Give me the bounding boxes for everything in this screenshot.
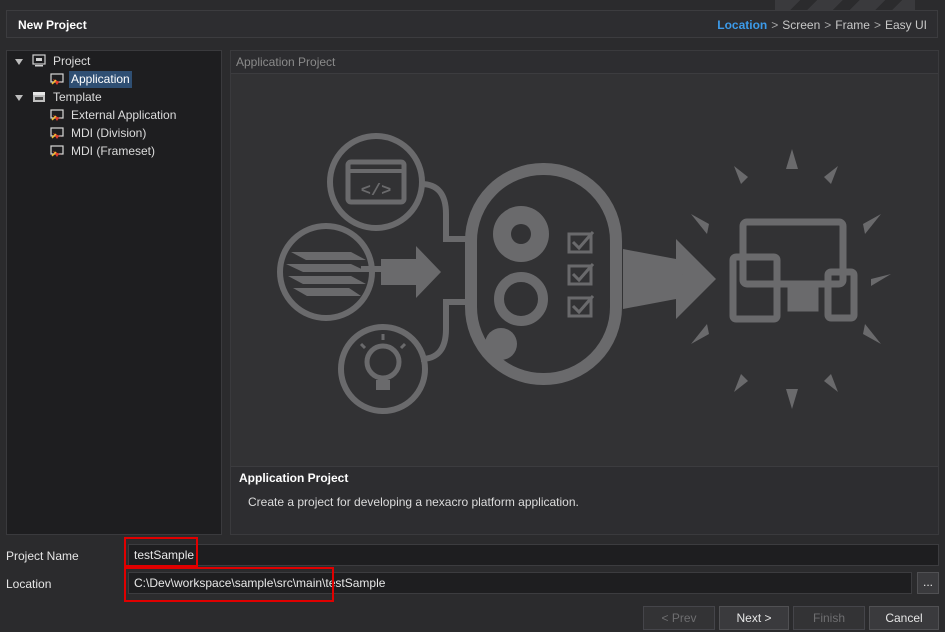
application-illustration: </> <box>277 133 891 414</box>
tree-item-label: Application <box>69 71 132 88</box>
location-input[interactable]: C:\Dev\workspace\sample\src\main\testSam… <box>128 572 912 594</box>
step-separator: > <box>873 18 881 32</box>
preview-header: Application Project <box>231 51 938 73</box>
tree-item-external-application[interactable]: External Application <box>7 107 217 124</box>
project-name-label: Project Name <box>6 549 79 563</box>
preview-illustration: </> <box>231 73 938 467</box>
step-separator: > <box>771 18 779 32</box>
tree-item-label: External Application <box>71 108 177 122</box>
browse-button[interactable]: ... <box>917 572 939 594</box>
tree-item-label: Project <box>53 54 91 68</box>
wizard-steps: Location > Screen > Frame > Easy UI <box>717 18 927 32</box>
template-folder-icon <box>33 92 45 102</box>
step-easy-ui[interactable]: Easy UI <box>885 18 927 32</box>
layers-icon <box>277 223 375 321</box>
step-separator: > <box>824 18 832 32</box>
project-type-tree: Project Application Template External Ap… <box>6 50 222 535</box>
tree-item-label: Template <box>53 90 102 104</box>
app-template-icon <box>50 73 64 85</box>
tree-item-mdi-division[interactable]: MDI (Division) <box>7 125 217 142</box>
gears-icon <box>465 163 622 385</box>
app-template-icon <box>50 109 64 121</box>
expand-triangle-icon[interactable] <box>15 59 23 65</box>
checklist-icon <box>567 231 595 318</box>
arrow-icon <box>381 246 441 298</box>
code-icon: </> <box>327 133 425 231</box>
dialog-title: New Project <box>18 18 87 32</box>
tree-item-project[interactable]: Project <box>7 53 217 70</box>
step-screen[interactable]: Screen <box>782 18 820 32</box>
background-decoration <box>775 0 915 10</box>
preview-panel: Application Project </> Application Proj… <box>230 50 939 535</box>
arrow-icon <box>623 239 716 319</box>
prev-button[interactable]: < Prev <box>643 606 715 630</box>
preview-title: Application Project <box>239 471 349 485</box>
tree-item-label: MDI (Division) <box>71 126 147 140</box>
expand-triangle-icon[interactable] <box>15 95 23 101</box>
finish-button[interactable]: Finish <box>793 606 865 630</box>
tree-item-mdi-frameset[interactable]: MDI (Frameset) <box>7 143 217 160</box>
preview-header-label: Application Project <box>236 55 336 69</box>
svg-text:</>: </> <box>361 182 392 201</box>
lightbulb-icon <box>338 324 428 414</box>
step-frame[interactable]: Frame <box>835 18 870 32</box>
project-name-input[interactable]: testSample <box>128 544 939 566</box>
preview-description: Create a project for developing a nexacr… <box>248 495 579 509</box>
devices-icon <box>729 218 858 323</box>
tree-item-label: MDI (Frameset) <box>71 144 155 158</box>
step-location[interactable]: Location <box>717 18 767 32</box>
tree-item-application[interactable]: Application <box>7 71 217 88</box>
app-template-icon <box>50 145 64 157</box>
tree-item-template[interactable]: Template <box>7 89 217 106</box>
location-label: Location <box>6 577 52 591</box>
cancel-button[interactable]: Cancel <box>869 606 939 630</box>
project-folder-icon <box>32 54 46 67</box>
dialog-title-bar: New Project Location > Screen > Frame > Easy U… <box>6 10 938 38</box>
next-button[interactable]: Next > <box>719 606 789 630</box>
app-template-icon <box>50 127 64 139</box>
